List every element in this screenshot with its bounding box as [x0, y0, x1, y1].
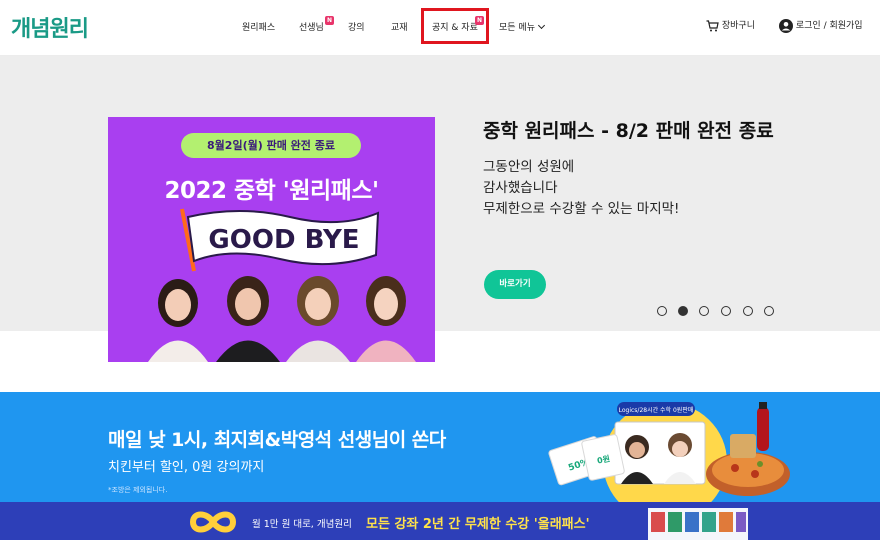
page: 개념원리 원리패스 선생님 N 강의 교재 공지 & 자료 N 모든 메뉴 장바… [0, 0, 880, 540]
cart-icon [706, 19, 719, 31]
nav-label: 강의 [348, 23, 365, 33]
slide-dot-2[interactable] [678, 306, 688, 316]
nav-label: 원리패스 [242, 23, 276, 33]
slide-dot-1[interactable] [657, 306, 667, 316]
cart-label: 장바구니 [721, 21, 755, 31]
nav-item-teachers[interactable]: 선생님 N [299, 16, 334, 33]
chevron-down-icon [537, 21, 546, 30]
nav-label: 교재 [391, 23, 408, 33]
promo-banner[interactable]: 매일 낮 1시, 최지희&박영석 선생님이 쏜다 치킨부터 할인, 0원 강의까… [0, 392, 880, 502]
hero-text-block: 중학 원리패스 - 8/2 판매 완전 종료 그동안의 성원에 감사했습니다 무… [483, 117, 783, 220]
slide-dot-3[interactable] [699, 306, 709, 316]
teachers-photo [148, 276, 416, 362]
slide-dot-6[interactable] [764, 306, 774, 316]
nav-label: 선생님 [299, 23, 324, 33]
nav-item-all-menu[interactable]: 모든 메뉴 [499, 20, 546, 33]
promo-title: 매일 낮 1시, 최지희&박영석 선생님이 쏜다 [108, 429, 446, 451]
new-badge: N [325, 16, 334, 25]
user-circle-icon [779, 18, 793, 33]
hero-banner-image[interactable]: 8월2일(월) 판매 완전 종료 2022 중학 '원리패스' GOOD BYE [108, 117, 435, 362]
site-logo[interactable]: 개념원리 [11, 11, 89, 43]
art-label: Logics/28시간 수학 0원판매 [619, 406, 694, 414]
promo-subtitle: 치킨부터 할인, 0원 강의까지 [108, 460, 265, 475]
nav-item-lectures[interactable]: 강의 [348, 20, 365, 33]
go-button[interactable]: 바로가기 [484, 270, 546, 299]
highlight-box [421, 8, 489, 44]
infinity-icon [189, 511, 237, 533]
strip-text-small: 월 1만 원 대로, 개념원리 [252, 519, 352, 530]
login-link[interactable]: 로그인 / 회원가입 [779, 18, 863, 33]
nav-item-wonripass[interactable]: 원리패스 [242, 20, 275, 33]
slide-dot-5[interactable] [743, 306, 753, 316]
cart-link[interactable]: 장바구니 [706, 18, 755, 32]
nav-item-textbooks[interactable]: 교재 [391, 20, 408, 33]
book-thumbnails [648, 508, 748, 540]
nav-label: 모든 메뉴 [499, 23, 535, 33]
allrae-pass-strip[interactable]: 월 1만 원 대로, 개념원리 모든 강좌 2년 간 무제한 수강 '올래패스' [0, 502, 880, 540]
banner-headline: 2022 중학 '원리패스' [164, 178, 379, 204]
promo-illustration: Logics/28시간 수학 0원판매 50% 0원 [548, 402, 790, 502]
site-header: 개념원리 원리패스 선생님 N 강의 교재 공지 & 자료 N 모든 메뉴 장바… [0, 0, 880, 56]
hero-title: 중학 원리패스 - 8/2 판매 완전 종료 [483, 120, 774, 142]
flag-text: GOOD BYE [208, 225, 359, 255]
login-label: 로그인 / 회원가입 [795, 21, 863, 31]
goodbye-flag: GOOD BYE [180, 208, 380, 272]
slide-dot-4[interactable] [721, 306, 731, 316]
strip-text-main: 모든 강좌 2년 간 무제한 수강 '올래패스' [366, 517, 590, 532]
banner-pill: 8월2일(월) 판매 완전 종료 [181, 133, 361, 158]
promo-note: *조방은 제외됩니다. [108, 486, 168, 494]
hero-description: 그동안의 성원에 감사했습니다 무제한으로 수강할 수 있는 마지막! [483, 159, 680, 217]
